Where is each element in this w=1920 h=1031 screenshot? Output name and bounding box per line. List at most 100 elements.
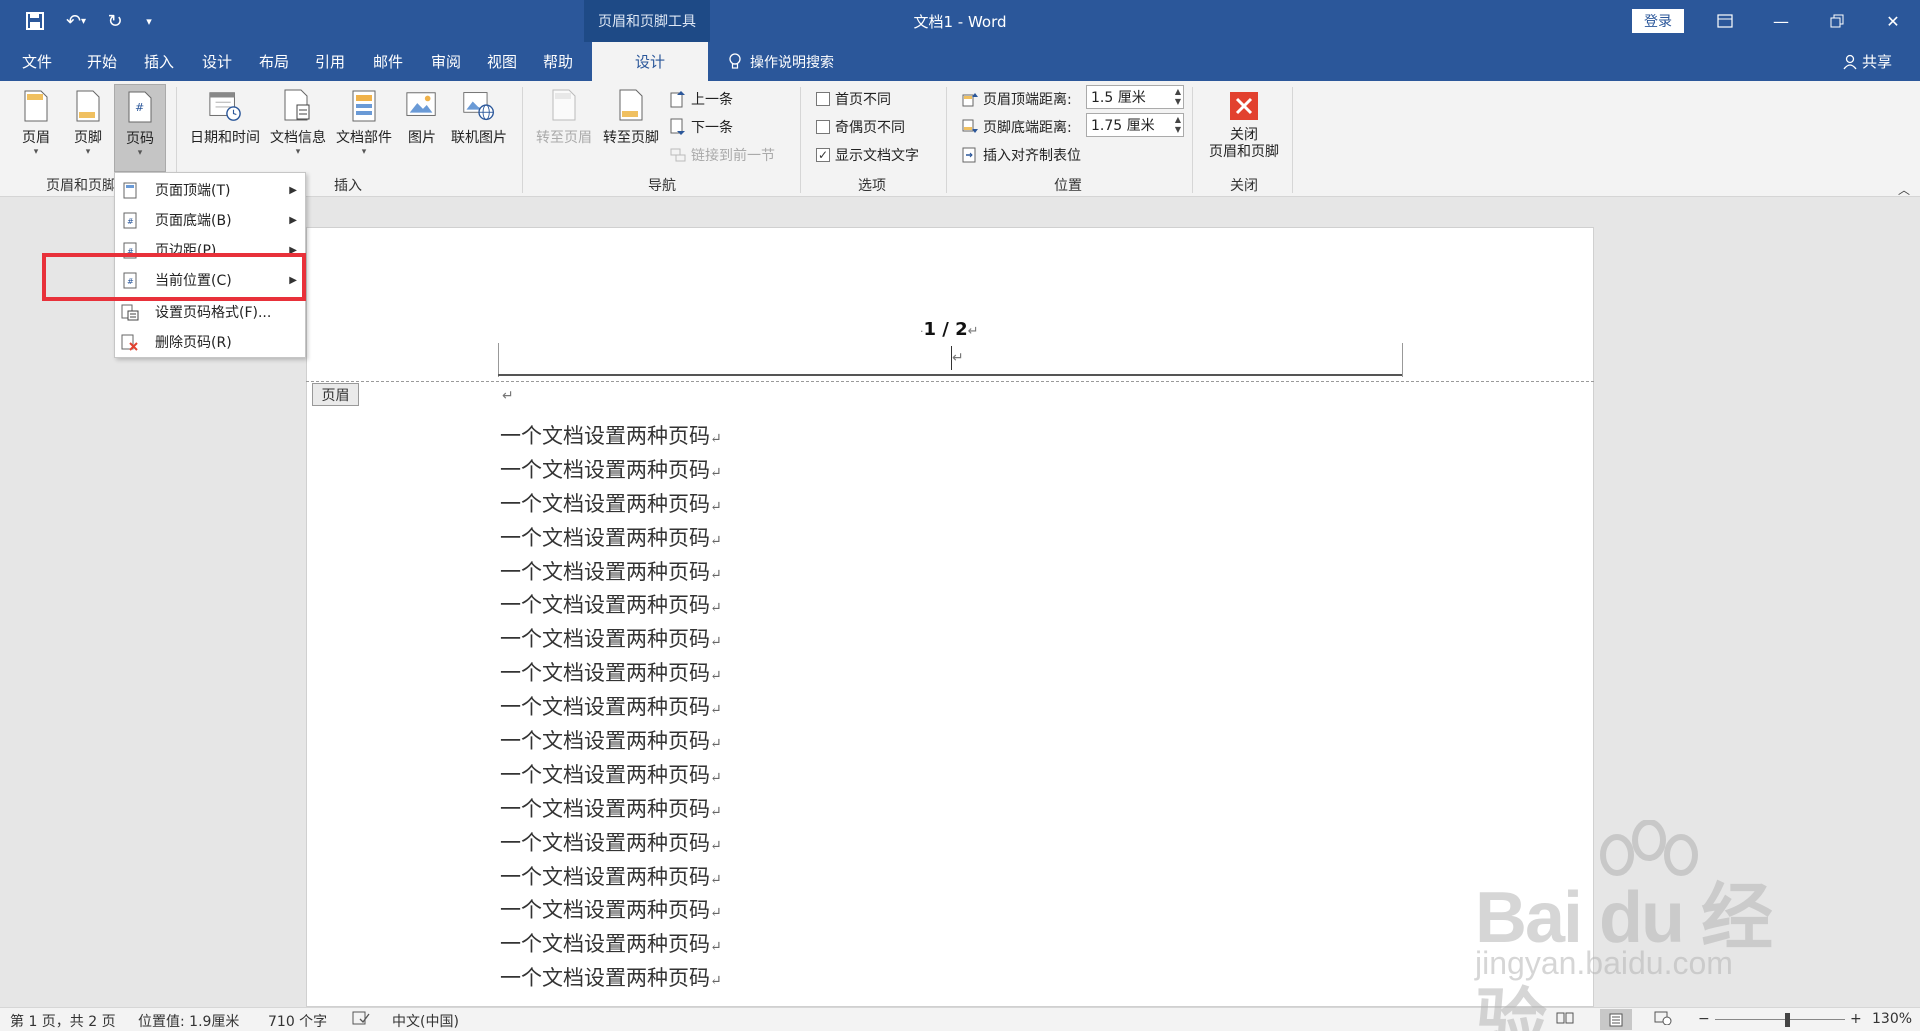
body-text-line[interactable]: 一个文档设置两种页码↵ (500, 894, 722, 928)
calendar-clock-icon (208, 87, 242, 125)
header-top-distance-input[interactable]: 1.5 厘米 ▲ ▼ (1086, 85, 1184, 109)
page-bottom-icon: # (121, 211, 139, 229)
tab-help[interactable]: 帮助 (530, 42, 586, 81)
body-text-line[interactable]: 一个文档设置两种页码↵ (500, 589, 722, 623)
header-label: 页眉 (22, 130, 50, 146)
menu-item-format-page-numbers[interactable]: 设置页码格式(F)... (115, 297, 307, 327)
menu-item-top-of-page[interactable]: 页面顶端(T) ▶ (115, 175, 307, 205)
body-text-line[interactable]: 一个文档设置两种页码↵ (500, 556, 722, 590)
body-text-line[interactable]: 一个文档设置两种页码↵ (500, 454, 722, 488)
paragraph-mark: ↵ (710, 803, 722, 820)
different-odd-even-checkbox[interactable]: 奇偶页不同 (816, 117, 905, 137)
footer-bottom-distance-input[interactable]: 1.75 厘米 ▲ ▼ (1086, 113, 1184, 137)
body-text: 一个文档设置两种页码 (500, 491, 710, 516)
proofing-icon[interactable] (352, 1011, 370, 1029)
zoom-level[interactable]: 130% (1872, 1011, 1912, 1027)
close-window-icon[interactable]: ✕ (1865, 0, 1920, 42)
tab-header-footer-design[interactable]: 设计 (592, 42, 708, 81)
link-previous-button[interactable]: 链接到前一节 (670, 145, 775, 165)
footer-bottom-distance-value: 1.75 厘米 (1091, 118, 1155, 134)
undo-icon[interactable]: ↶ ▾ (58, 8, 94, 34)
goto-header-button[interactable]: 转至页眉 (532, 87, 596, 147)
page-number-label: 页码 (126, 131, 154, 147)
body-text-line[interactable]: 一个文档设置两种页码↵ (500, 793, 722, 827)
doc-info-button[interactable]: 文档信息 ▾ (266, 87, 330, 157)
tab-file[interactable]: 文件 (8, 42, 66, 81)
insert-alignment-tab-button[interactable]: 插入对齐制表位 (962, 145, 1081, 165)
tab-design[interactable]: 设计 (190, 42, 244, 81)
group-separator (1292, 87, 1293, 193)
annotation-highlight-box (42, 253, 306, 301)
share-label: 共享 (1862, 53, 1893, 71)
body-text-line[interactable]: 一个文档设置两种页码↵ (500, 962, 722, 996)
paragraph-mark: ↵ (710, 431, 722, 447)
body-text-line[interactable]: 一个文档设置两种页码↵ (500, 827, 722, 861)
save-icon[interactable] (22, 8, 48, 34)
spinner-arrows-icon[interactable]: ▲ ▼ (1175, 87, 1181, 107)
group-separator (1192, 87, 1193, 193)
doc-parts-button[interactable]: 文档部件 ▾ (332, 87, 396, 157)
customize-qat-icon[interactable]: ▾ (140, 8, 158, 34)
header-distance-icon (962, 93, 978, 107)
body-text: 一个文档设置两种页码 (500, 729, 710, 754)
footer-button[interactable]: 页脚 ▾ (66, 87, 110, 157)
spinner-arrows-icon[interactable]: ▲ ▼ (1175, 115, 1181, 135)
picture-button[interactable]: 图片 (400, 87, 444, 147)
header-top-distance-value: 1.5 厘米 (1091, 90, 1146, 106)
different-odd-even-label: 奇偶页不同 (835, 120, 905, 136)
header-button[interactable]: 页眉 ▾ (14, 87, 58, 157)
next-button[interactable]: 下一条 (670, 117, 733, 137)
page-number-button[interactable]: # 页码 ▾ (114, 84, 166, 172)
body-text-line[interactable]: 一个文档设置两种页码↵ (500, 861, 722, 895)
body-text-line[interactable]: 一个文档设置两种页码↵ (500, 623, 722, 657)
body-text-line[interactable]: 一个文档设置两种页码↵ (500, 928, 722, 962)
close-label-line1: 关闭 (1230, 127, 1258, 143)
login-button[interactable]: 登录 (1632, 9, 1684, 33)
body-text-line[interactable]: 一个文档设置两种页码↵ (500, 691, 722, 725)
menu-item-remove-page-numbers[interactable]: 删除页码(R) (115, 327, 307, 357)
paragraph-mark: ↵ (710, 634, 722, 651)
different-first-page-checkbox[interactable]: 首页不同 (816, 89, 891, 109)
status-language[interactable]: 中文(中国) (392, 1011, 459, 1031)
document-body[interactable]: 一个文档设置两种页码↵ 一个文档设置两种页码↵ 一个文档设置两种页码↵ 一个文档设置两… (500, 420, 722, 996)
close-header-footer-button[interactable]: 关闭 页眉和页脚 (1202, 87, 1286, 161)
goto-footer-button[interactable]: 转至页脚 (598, 87, 664, 147)
tab-layout[interactable]: 布局 (248, 42, 300, 81)
minimize-icon[interactable]: — (1753, 0, 1809, 42)
online-picture-button[interactable]: 联机图片 (446, 87, 512, 147)
submenu-arrow-icon: ▶ (289, 184, 297, 196)
body-text-line[interactable]: 一个文档设置两种页码↵ (500, 759, 722, 793)
tab-insert[interactable]: 插入 (132, 42, 186, 81)
share-button[interactable]: 共享 (1842, 42, 1892, 81)
body-text-line[interactable]: 一个文档设置两种页码↵ (500, 725, 722, 759)
date-time-label: 日期和时间 (190, 130, 260, 146)
zoom-in-button[interactable]: + (1850, 1011, 1862, 1027)
tab-references[interactable]: 引用 (304, 42, 356, 81)
tab-home[interactable]: 开始 (76, 42, 128, 81)
header-page-number[interactable]: ·1 / 2↵ (920, 319, 979, 340)
body-text: 一个文档设置两种页码 (500, 424, 710, 448)
body-text-line[interactable]: 一个文档设置两种页码↵ (500, 420, 722, 454)
body-text-line[interactable]: 一个文档设置两种页码↵ (500, 522, 722, 556)
menu-item-bottom-of-page[interactable]: # 页面底端(B) ▶ (115, 205, 307, 235)
date-time-button[interactable]: 日期和时间 (186, 87, 264, 147)
goto-footer-icon (614, 87, 648, 125)
tab-mailings[interactable]: 邮件 (360, 42, 416, 81)
chevron-down-icon: ▾ (361, 147, 367, 157)
body-text-line[interactable]: 一个文档设置两种页码↵ (500, 657, 722, 691)
ribbon-display-options-icon[interactable] (1697, 0, 1753, 42)
show-document-text-checkbox[interactable]: ✓ 显示文档文字 (816, 145, 919, 165)
previous-button[interactable]: 上一条 (670, 89, 733, 109)
redo-icon[interactable]: ↻ (102, 8, 128, 34)
footer-bottom-distance-label: 页脚底端距离: (983, 120, 1072, 136)
status-word-count[interactable]: 710 个字 (268, 1011, 327, 1031)
tab-review[interactable]: 审阅 (418, 42, 474, 81)
paragraph-mark: ↵ (710, 600, 722, 617)
collapse-ribbon-icon[interactable]: ︿ (1898, 181, 1910, 198)
status-page[interactable]: 第 1 页，共 2 页 (10, 1011, 116, 1031)
restore-icon[interactable] (1809, 0, 1865, 42)
tab-view[interactable]: 视图 (476, 42, 528, 81)
status-position[interactable]: 位置值: 1.9厘米 (138, 1011, 239, 1031)
body-text-line[interactable]: 一个文档设置两种页码↵ (500, 488, 722, 522)
tell-me-search[interactable]: 操作说明搜索 (728, 42, 834, 81)
